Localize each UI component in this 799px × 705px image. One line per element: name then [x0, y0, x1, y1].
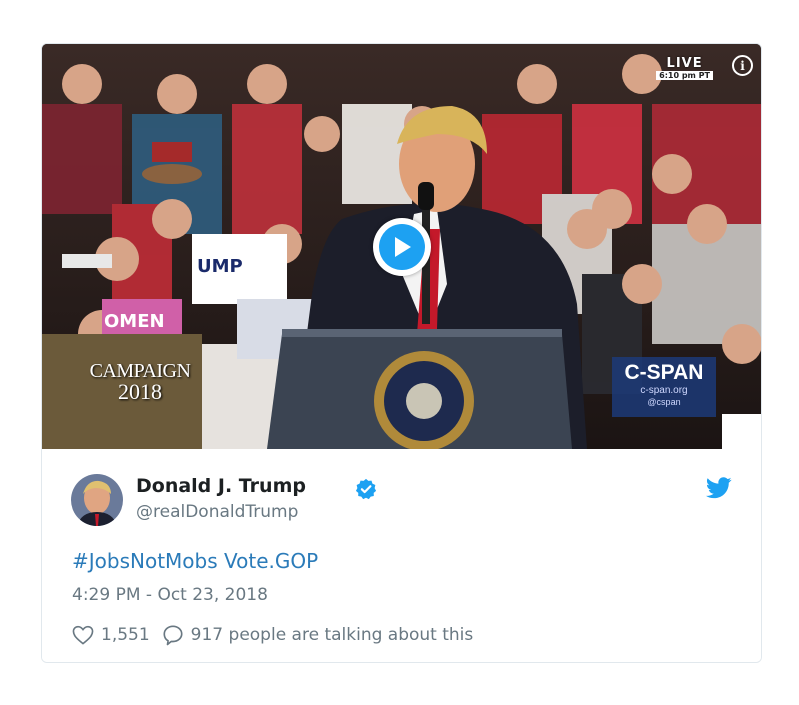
sign-text: OMEN [104, 311, 165, 332]
like-count: 1,551 [101, 625, 150, 645]
play-icon [379, 224, 425, 270]
conversation-text: 917 people are talking about this [190, 625, 474, 645]
cspan-logo-handle: @cspan [647, 397, 681, 407]
cspan-logo-word: C-SPAN [624, 361, 704, 384]
conversation-link[interactable]: 917 people are talking about this [162, 624, 474, 646]
campaign-logo-word: CAMPAIGN [89, 360, 191, 382]
verified-badge-icon [355, 478, 377, 500]
sign-text: UMP [197, 256, 243, 277]
play-button[interactable] [373, 218, 431, 276]
campaign-logo-year: 2018 [118, 379, 162, 404]
author-name[interactable]: Donald J. Trump [136, 475, 306, 497]
tweet-embed-card: UMP OMEN PR [41, 43, 762, 663]
video-player[interactable]: UMP OMEN PR [42, 44, 761, 449]
vote-gop-link[interactable]: Vote.GOP [224, 549, 318, 573]
author-handle[interactable]: @realDonaldTrump [136, 502, 298, 522]
tweet-text: #JobsNotMobs Vote.GOP [72, 549, 318, 573]
cspan-logo: C-SPAN c-span.org @cspan [612, 357, 716, 417]
like-button[interactable]: 1,551 [72, 625, 150, 645]
live-time: 6:10 pm PT [656, 71, 713, 80]
avatar[interactable] [71, 474, 123, 526]
live-label: LIVE [666, 56, 703, 71]
cspan-logo-url: c-span.org [640, 385, 688, 396]
tweet-body: Donald J. Trump @realDonaldTrump #JobsNo… [42, 449, 761, 662]
campaign-2018-logo: CAMPAIGN 2018 [84, 361, 196, 403]
heart-icon [72, 625, 94, 645]
twitter-bird-icon[interactable] [706, 477, 732, 499]
tweet-timestamp[interactable]: 4:29 PM - Oct 23, 2018 [72, 585, 268, 605]
tweet-actions: 1,551 917 people are talking about this [72, 624, 473, 646]
hashtag-link[interactable]: #JobsNotMobs [72, 549, 218, 573]
info-icon[interactable]: i [732, 55, 753, 76]
reply-bubble-icon [163, 625, 183, 646]
live-badge: LIVE 6:10 pm PT [656, 56, 713, 80]
